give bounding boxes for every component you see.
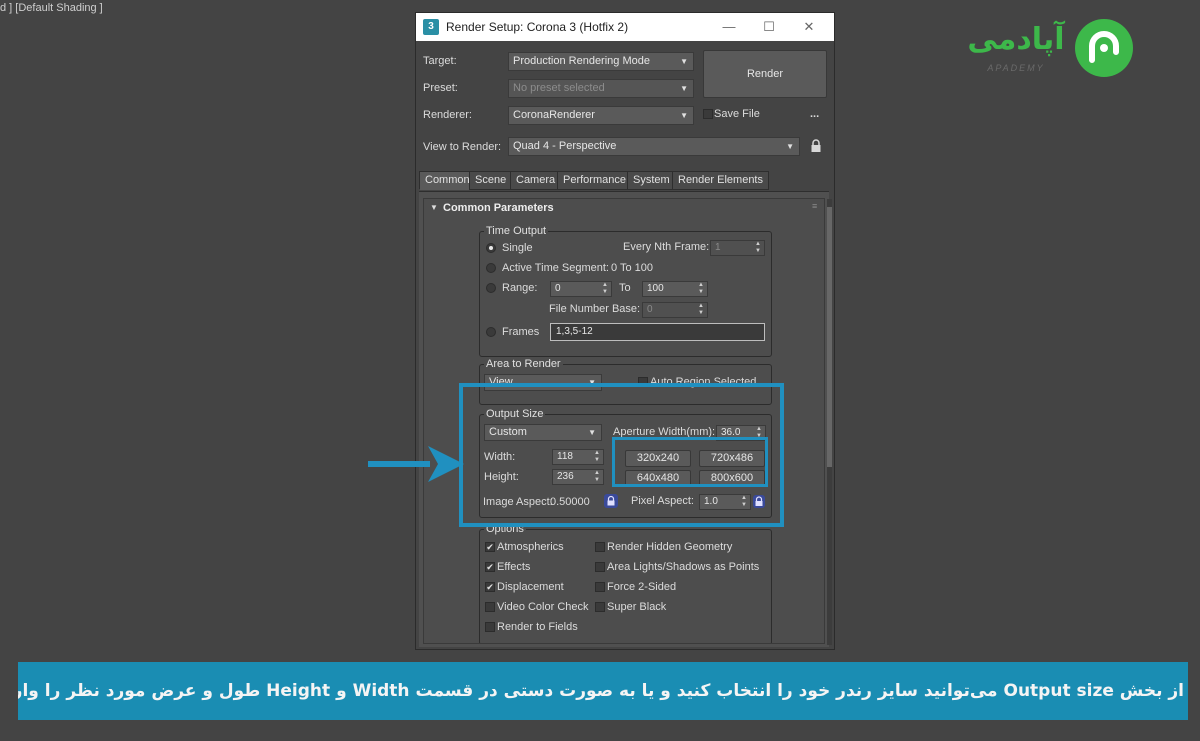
logo-text: آپادمی <box>967 22 1065 57</box>
atmospherics-label: Atmospherics <box>497 541 564 553</box>
active-time-segment-value: 0 To 100 <box>611 262 654 274</box>
renderer-dropdown[interactable]: CoronaRenderer ▼ <box>508 106 694 125</box>
range-radio[interactable] <box>486 283 496 293</box>
force-2-sided-checkbox[interactable] <box>595 582 605 592</box>
displacement-checkbox[interactable]: ✔ <box>485 582 495 592</box>
file-number-base-label: File Number Base: <box>549 303 641 315</box>
tab-system[interactable]: System <box>627 171 676 190</box>
every-nth-frame-value: 1 <box>715 242 721 253</box>
target-dropdown[interactable]: Production Rendering Mode ▼ <box>508 52 694 71</box>
active-time-segment-label: Active Time Segment: <box>502 262 609 274</box>
save-file-label: Save File <box>714 108 760 120</box>
effects-checkbox[interactable]: ✔ <box>485 562 495 572</box>
video-color-check-checkbox[interactable] <box>485 602 495 612</box>
collapse-arrow-icon[interactable]: ▼ <box>430 203 438 212</box>
dialog-title: Render Setup: Corona 3 (Hotfix 2) <box>446 20 629 34</box>
more-options-button[interactable]: ... <box>810 108 819 120</box>
range-to-spinner[interactable]: 100 ▲ ▼ <box>642 281 708 297</box>
tab-camera[interactable]: Camera <box>510 171 562 190</box>
spinner-arrows-icon: ▲ ▼ <box>698 303 704 316</box>
force-2-sided-label: Force 2-Sided <box>607 581 677 593</box>
single-label: Single <box>502 242 533 254</box>
frames-input[interactable]: 1,3,5-12 <box>550 323 765 341</box>
view-to-render-value: Quad 4 - Perspective <box>513 140 617 152</box>
file-number-base-spinner[interactable]: 0 ▲ ▼ <box>642 302 708 318</box>
title-bar: 3 Render Setup: Corona 3 (Hotfix 2) — ☐ … <box>416 13 834 41</box>
single-radio[interactable] <box>486 243 496 253</box>
pointer-arrow-icon <box>368 446 464 482</box>
frames-label: Frames <box>502 326 540 338</box>
tab-scene[interactable]: Scene <box>469 171 513 190</box>
frames-radio[interactable] <box>486 327 496 337</box>
minimize-icon[interactable]: — <box>714 17 744 37</box>
area-to-render-title: Area to Render <box>484 358 563 370</box>
render-setup-dialog: 3 Render Setup: Corona 3 (Hotfix 2) — ☐ … <box>415 12 835 650</box>
rollout-title: Common Parameters <box>443 202 554 214</box>
video-color-check-label: Video Color Check <box>497 601 589 613</box>
preset-dropdown[interactable]: No preset selected ▼ <box>508 79 694 98</box>
every-nth-frame-label: Every Nth Frame: <box>623 241 710 253</box>
render-to-fields-checkbox[interactable] <box>485 622 495 632</box>
range-to-label: To <box>619 282 631 294</box>
chevron-down-icon: ▼ <box>680 84 688 93</box>
render-button[interactable]: Render <box>703 50 827 98</box>
lock-icon[interactable] <box>810 139 822 153</box>
chevron-down-icon: ▼ <box>680 57 688 66</box>
close-icon[interactable]: ✕ <box>794 17 824 37</box>
panel-scrollbar[interactable] <box>827 199 832 645</box>
displacement-label: Displacement <box>497 581 564 593</box>
effects-label: Effects <box>497 561 531 573</box>
scrollbar-thumb[interactable] <box>827 207 832 467</box>
3dsmax-app-icon: 3 <box>423 19 439 35</box>
caption-banner: از بخش Output size می‌توانید سایز رندر خ… <box>18 662 1188 720</box>
tab-performance[interactable]: Performance <box>557 171 632 190</box>
target-value: Production Rendering Mode <box>513 55 650 67</box>
preset-value: No preset selected <box>513 82 605 94</box>
file-number-base-value: 0 <box>647 304 653 315</box>
time-output-group: Time Output Single Every Nth Frame: 1 ▲ ▼… <box>479 225 772 357</box>
range-from-value: 0 <box>555 283 561 294</box>
area-lights-checkbox[interactable] <box>595 562 605 572</box>
maximize-icon[interactable]: ☐ <box>754 17 784 37</box>
size-presets-highlight <box>612 437 768 487</box>
area-lights-label: Area Lights/Shadows as Points <box>607 561 760 573</box>
atmospherics-checkbox[interactable]: ✔ <box>485 542 495 552</box>
chevron-down-icon: ▼ <box>680 111 688 120</box>
tab-common[interactable]: Common <box>419 171 476 190</box>
spinner-arrows-icon: ▲ ▼ <box>698 282 704 295</box>
renderer-label: Renderer: <box>423 109 472 121</box>
renderer-value: CoronaRenderer <box>513 109 595 121</box>
super-black-label: Super Black <box>607 601 667 613</box>
active-time-segment-radio[interactable] <box>486 263 496 273</box>
chevron-down-icon: ▼ <box>786 142 794 151</box>
options-group: Options ✔ Atmospherics ✔ Effects ✔ Displ… <box>479 523 772 643</box>
preset-label: Preset: <box>423 82 458 94</box>
every-nth-frame-spinner[interactable]: 1 ▲ ▼ <box>710 240 765 256</box>
render-hidden-geometry-checkbox[interactable] <box>595 542 605 552</box>
super-black-checkbox[interactable] <box>595 602 605 612</box>
save-file-checkbox[interactable] <box>703 109 713 119</box>
view-to-render-dropdown[interactable]: Quad 4 - Perspective ▼ <box>508 137 800 156</box>
spinner-arrows-icon: ▲ ▼ <box>602 282 608 295</box>
range-to-value: 100 <box>647 283 664 294</box>
render-hidden-geometry-label: Render Hidden Geometry <box>607 541 733 553</box>
target-label: Target: <box>423 55 457 67</box>
range-label: Range: <box>502 282 538 294</box>
rollout-grip-icon[interactable]: ≡ <box>812 201 817 211</box>
spinner-arrows-icon: ▲ ▼ <box>755 241 761 254</box>
range-from-spinner[interactable]: 0 ▲ ▼ <box>550 281 612 297</box>
viewport-label: d ] [Default Shading ] <box>0 2 103 14</box>
time-output-title: Time Output <box>484 225 549 237</box>
render-to-fields-label: Render to Fields <box>497 621 578 633</box>
view-to-render-label: View to Render: <box>423 141 502 153</box>
logo-icon <box>1075 19 1133 77</box>
tab-render-elements[interactable]: Render Elements <box>672 171 769 190</box>
logo-subtext: APADEMY <box>987 63 1045 73</box>
